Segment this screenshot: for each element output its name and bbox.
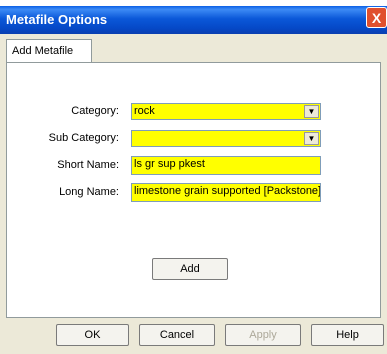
long-name-label: Long Name: [59, 186, 119, 198]
long-name-input[interactable]: limestone grain supported [Packstone] [131, 183, 321, 202]
sub-category-dropdown[interactable]: ▼ [131, 130, 321, 147]
apply-button[interactable]: Apply [225, 324, 301, 346]
cancel-button[interactable]: Cancel [139, 324, 215, 346]
tab-add-metafile[interactable]: Add Metafile [6, 39, 92, 62]
ok-button[interactable]: OK [56, 324, 129, 346]
category-value: rock [134, 105, 155, 117]
sub-category-label: Sub Category: [48, 132, 119, 144]
chevron-down-icon[interactable]: ▼ [304, 132, 319, 145]
title-bar[interactable]: Metafile Options X [0, 6, 387, 34]
tab-label: Add Metafile [12, 45, 74, 57]
metafile-options-dialog: Metafile Options X Add Metafile Category… [0, 6, 387, 354]
tab-panel: Category: rock ▼ Sub Category: ▼ Short N… [6, 62, 381, 318]
category-label: Category: [71, 105, 119, 117]
help-button[interactable]: Help [311, 324, 384, 346]
add-button[interactable]: Add [152, 258, 228, 280]
short-name-label: Short Name: [57, 159, 119, 171]
chevron-down-icon[interactable]: ▼ [304, 105, 319, 118]
close-button[interactable]: X [366, 7, 387, 28]
short-name-input[interactable]: ls gr sup pkest [131, 156, 321, 175]
window-title: Metafile Options [6, 12, 108, 27]
category-dropdown[interactable]: rock ▼ [131, 103, 321, 120]
